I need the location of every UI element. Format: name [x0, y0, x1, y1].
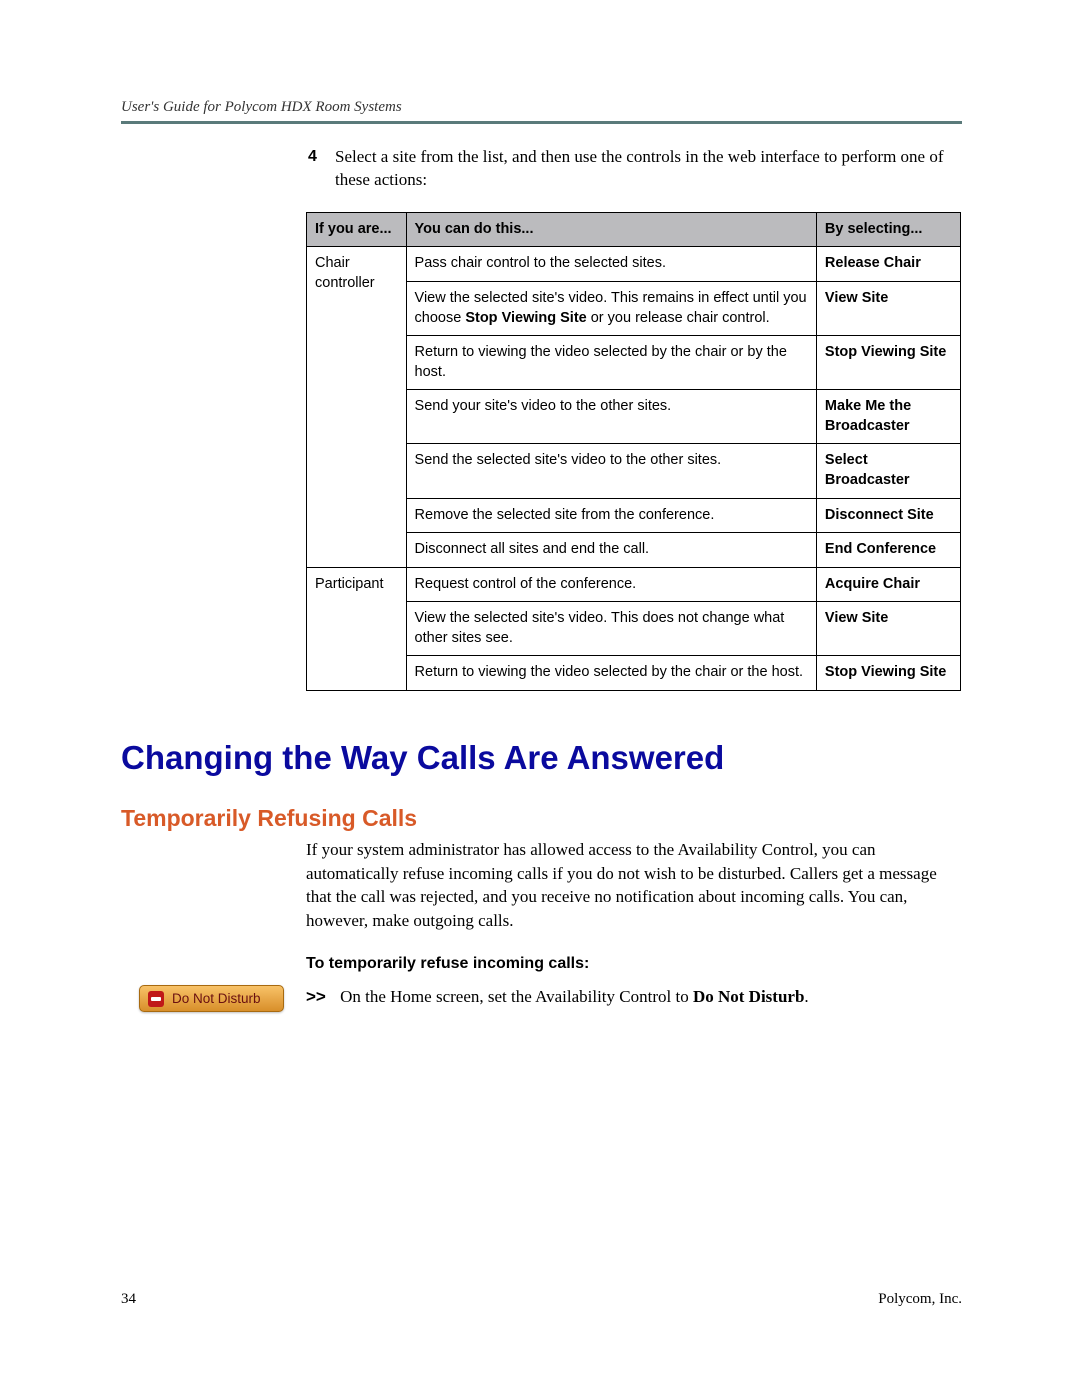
col-by-selecting: By selecting...: [816, 212, 960, 247]
cell-select: View Site: [816, 282, 960, 336]
cell-select: Select Broadcaster: [816, 444, 960, 498]
do-not-disturb-button: Do Not Disturb: [139, 985, 284, 1012]
heading-changing-way-calls-answered: Changing the Way Calls Are Answered: [121, 739, 962, 777]
table-header-row: If you are... You can do this... By sele…: [307, 212, 961, 247]
cell-action: Request control of the conference.: [406, 567, 816, 602]
role-participant: Participant: [307, 567, 407, 690]
content-area: 4 Select a site from the list, and then …: [121, 146, 962, 1009]
step-number: 4: [308, 146, 317, 168]
step-4: 4 Select a site from the list, and then …: [121, 146, 962, 192]
actions-table: If you are... You can do this... By sele…: [306, 212, 961, 691]
cell-action: Disconnect all sites and end the call.: [406, 533, 816, 568]
role-chair: Chair controller: [307, 247, 407, 567]
cell-select: Acquire Chair: [816, 567, 960, 602]
cell-action: Return to viewing the video selected by …: [406, 336, 816, 390]
dnd-row: Do Not Disturb >> On the Home screen, se…: [121, 985, 962, 1009]
cell-select: End Conference: [816, 533, 960, 568]
cell-select: Make Me the Broadcaster: [816, 390, 960, 444]
cell-select: Stop Viewing Site: [816, 656, 960, 691]
table-row: Chair controller Pass chair control to t…: [307, 247, 961, 282]
page-number: 34: [121, 1291, 136, 1308]
footer-company: Polycom, Inc.: [878, 1291, 962, 1308]
table-row: Participant Request control of the confe…: [307, 567, 961, 602]
cell-action: Send your site's video to the other site…: [406, 390, 816, 444]
cell-select: Disconnect Site: [816, 498, 960, 533]
cell-action: View the selected site's video. This rem…: [406, 282, 816, 336]
do-not-disturb-icon: [148, 991, 164, 1007]
heading-temporarily-refusing-calls: Temporarily Refusing Calls: [121, 805, 962, 832]
cell-select: View Site: [816, 602, 960, 656]
procedure-heading: To temporarily refuse incoming calls:: [121, 955, 962, 973]
do-not-disturb-label: Do Not Disturb: [172, 991, 261, 1006]
cell-action: Return to viewing the video selected by …: [406, 656, 816, 691]
cell-action: Remove the selected site from the confer…: [406, 498, 816, 533]
col-you-can-do: You can do this...: [406, 212, 816, 247]
col-if-you-are: If you are...: [307, 212, 407, 247]
step-arrow: >>: [306, 987, 326, 1006]
cell-action: Pass chair control to the selected sites…: [406, 247, 816, 282]
cell-select: Stop Viewing Site: [816, 336, 960, 390]
cell-action: Send the selected site's video to the ot…: [406, 444, 816, 498]
running-header: User's Guide for Polycom HDX Room System…: [121, 99, 962, 116]
page: User's Guide for Polycom HDX Room System…: [0, 0, 1080, 1397]
header-rule: [121, 121, 962, 124]
paragraph: If your system administrator has allowed…: [121, 838, 962, 933]
cell-action: View the selected site's video. This doe…: [406, 602, 816, 656]
cell-select: Release Chair: [816, 247, 960, 282]
footer: 34 Polycom, Inc.: [121, 1291, 962, 1308]
step-text: Select a site from the list, and then us…: [335, 147, 944, 189]
